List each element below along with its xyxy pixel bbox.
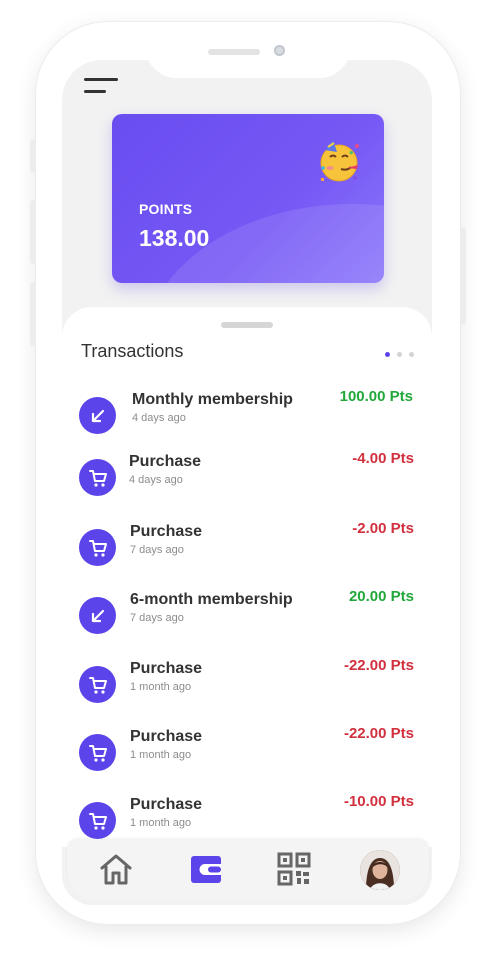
bottom-nav (67, 839, 429, 901)
cart-icon (79, 734, 116, 771)
transaction-amount: 100.00 Pts (339, 388, 413, 405)
transaction-row[interactable]: Monthly membership 4 days ago 100.00 Pts (62, 388, 432, 457)
sheet-handle[interactable] (221, 322, 273, 328)
points-card[interactable]: POINTS 138.00 (112, 114, 384, 283)
page-dot (409, 352, 414, 357)
transaction-time: 1 month ago (130, 749, 192, 761)
cart-icon (79, 529, 116, 566)
transaction-name: Purchase (129, 453, 202, 470)
cart-icon (79, 802, 116, 839)
transaction-time: 7 days ago (130, 544, 184, 556)
qr-code-icon[interactable] (276, 851, 312, 887)
page-dot (397, 352, 402, 357)
transaction-name: 6-month membership (130, 591, 293, 608)
transaction-row[interactable]: Purchase 7 days ago -2.00 Pts (62, 520, 432, 589)
transaction-name: Purchase (130, 796, 203, 813)
volume-down-button (30, 282, 36, 346)
partying-face-icon (320, 140, 359, 182)
transaction-amount: -10.00 Pts (343, 793, 414, 810)
transaction-amount: -22.00 Pts (343, 657, 414, 674)
power-button (460, 228, 466, 324)
page-dot-active (385, 352, 390, 357)
transaction-row[interactable]: Purchase 1 month ago -22.00 Pts (62, 657, 432, 726)
speaker-grille (208, 49, 260, 55)
wallet-icon[interactable] (188, 851, 224, 887)
transaction-row[interactable]: 6-month membership 7 days ago 20.00 Pts (62, 588, 432, 657)
transaction-amount: -22.00 Pts (343, 725, 414, 742)
transaction-amount: -2.00 Pts (352, 520, 414, 537)
transaction-time: 7 days ago (130, 612, 184, 624)
transaction-time: 4 days ago (129, 474, 183, 486)
transaction-amount: 20.00 Pts (348, 588, 414, 605)
transactions-title: Transactions (81, 341, 184, 361)
points-label: POINTS (139, 201, 193, 217)
transaction-time: 1 month ago (130, 817, 192, 829)
cart-icon (79, 666, 116, 703)
menu-icon[interactable] (84, 78, 120, 98)
transaction-name: Purchase (130, 660, 203, 677)
cart-icon (79, 459, 116, 496)
incoming-arrow-icon (79, 397, 116, 434)
volume-up-button (30, 200, 36, 264)
front-camera (274, 45, 285, 56)
incoming-arrow-icon (79, 597, 116, 634)
transaction-name: Monthly membership (132, 391, 293, 408)
transaction-row[interactable]: Purchase 1 month ago -22.00 Pts (62, 725, 432, 794)
transaction-name: Purchase (130, 728, 203, 745)
transaction-amount: -4.00 Pts (352, 450, 414, 467)
transaction-name: Purchase (130, 523, 203, 540)
transaction-row[interactable]: Purchase 4 days ago -4.00 Pts (62, 450, 432, 519)
transaction-time: 1 month ago (130, 681, 192, 693)
mute-switch (30, 140, 36, 172)
transactions-sheet: Transactions Monthly membership 4 days a… (62, 307, 432, 847)
points-value: 138.00 (139, 225, 210, 251)
home-icon[interactable] (98, 851, 134, 887)
transaction-time: 4 days ago (132, 412, 186, 424)
profile-avatar[interactable] (360, 850, 400, 890)
